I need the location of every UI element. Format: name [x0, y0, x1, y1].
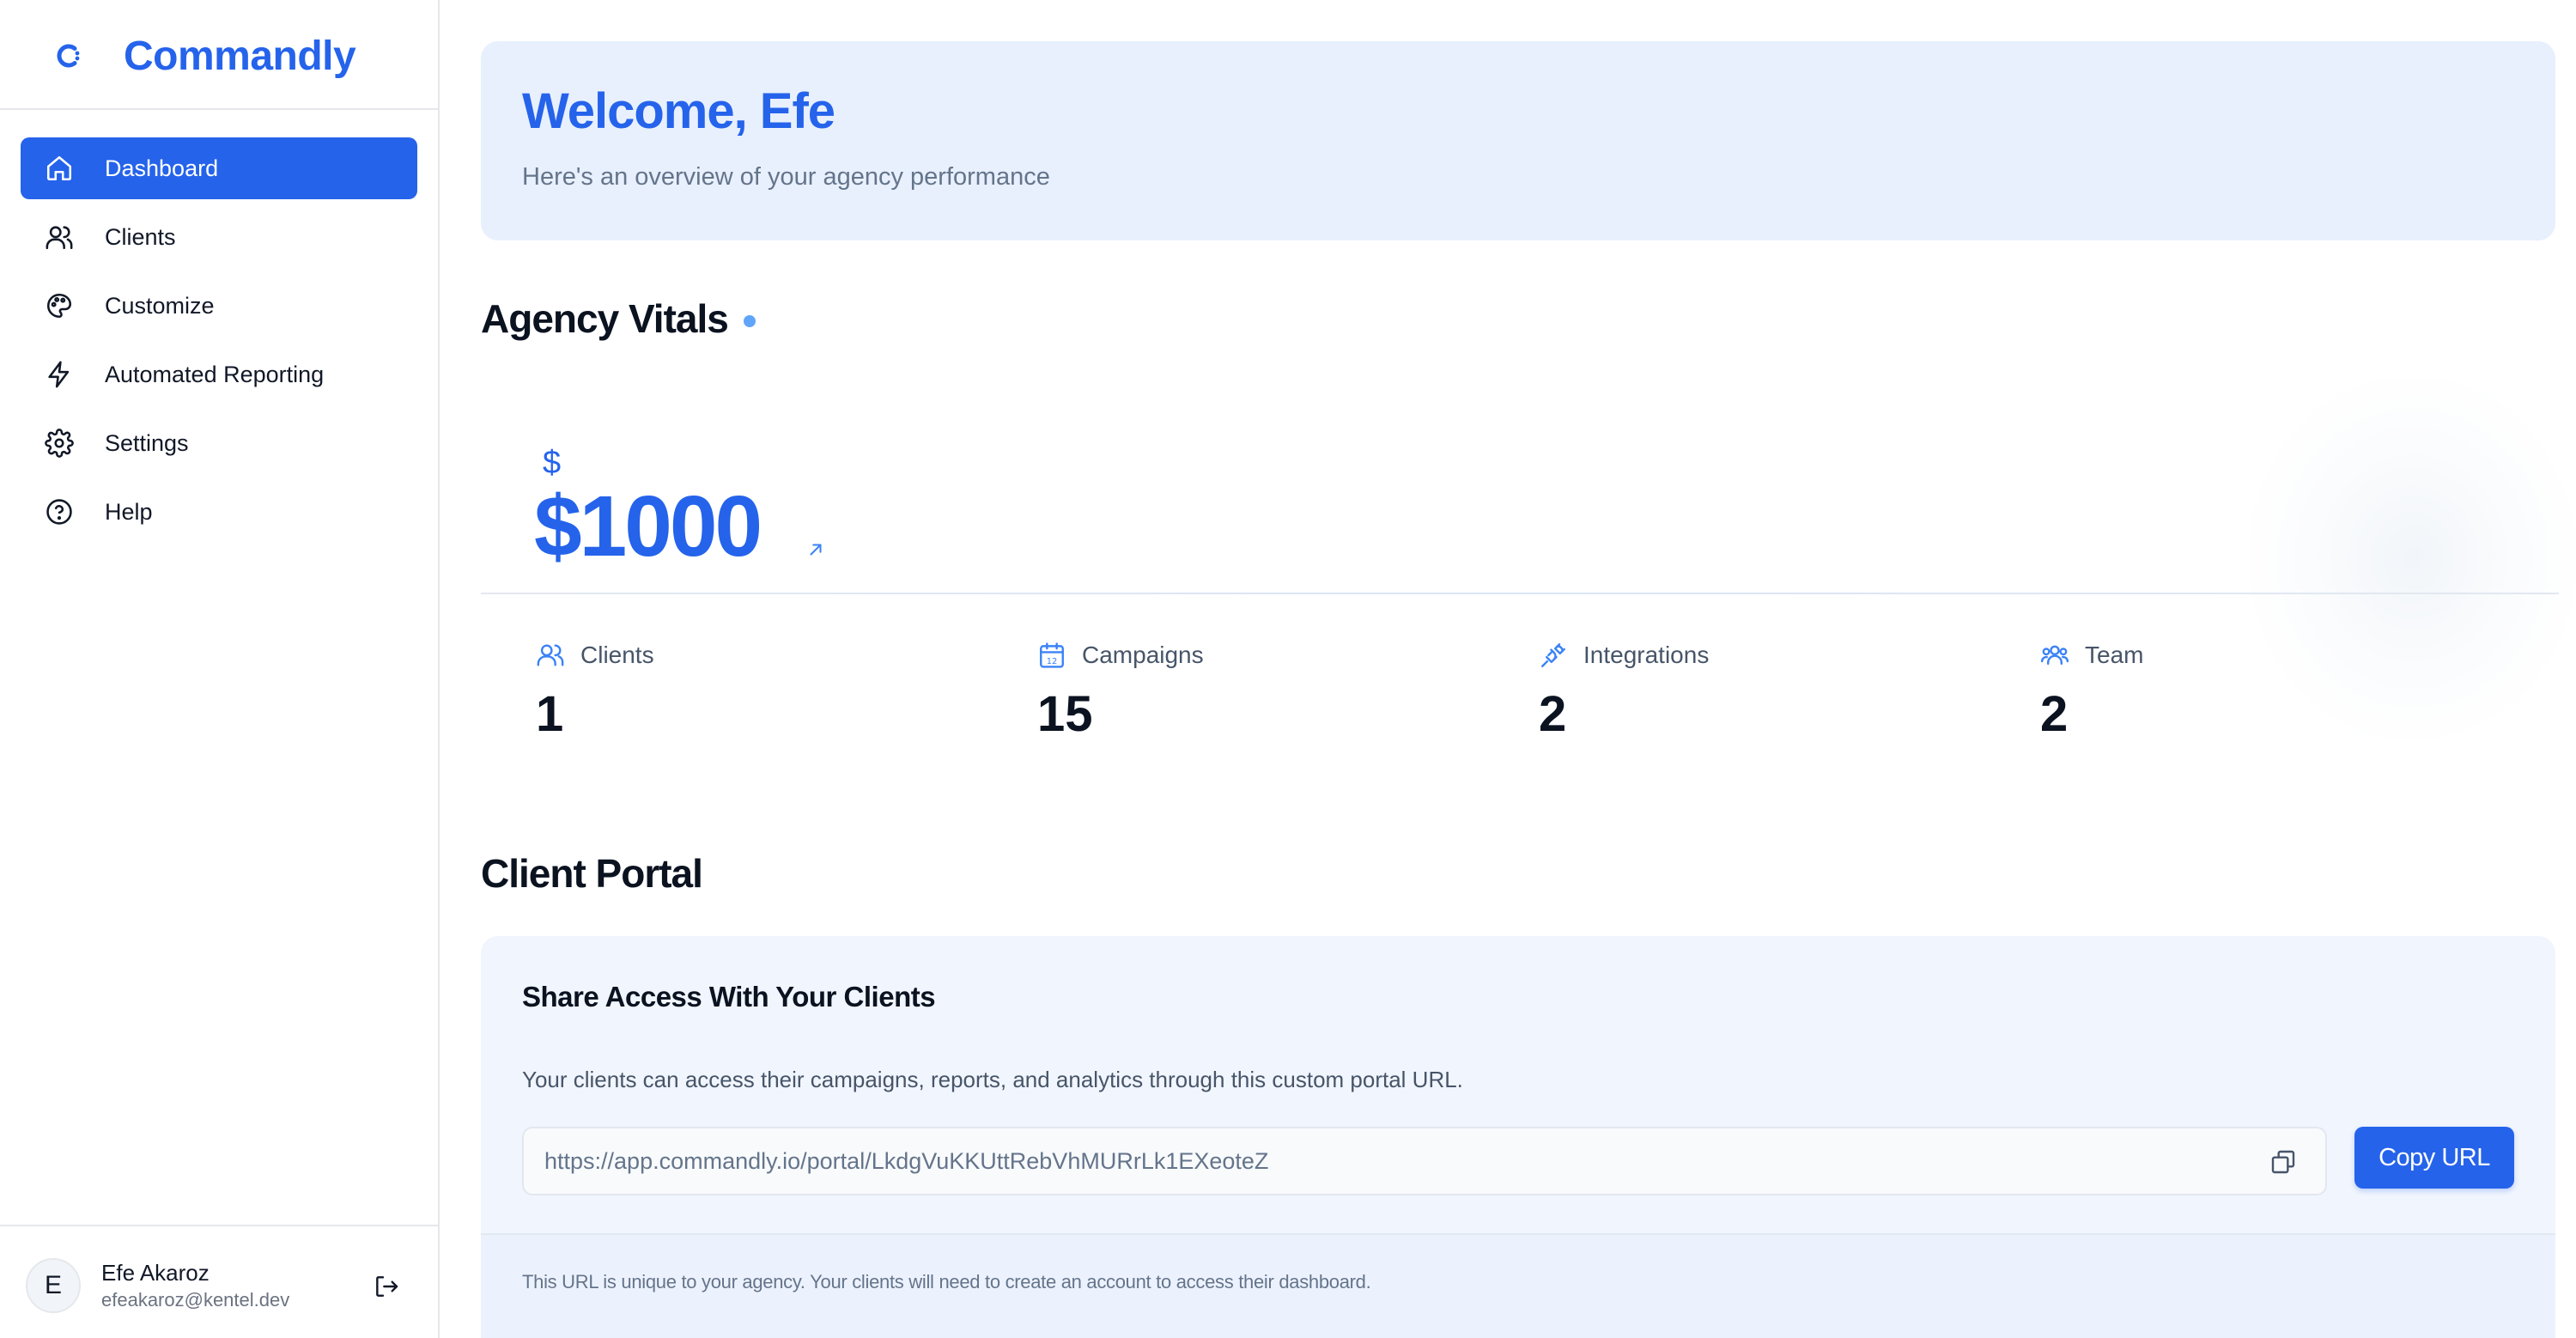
arrow-up-right-icon [805, 539, 826, 560]
stat-label: Team [2085, 642, 2144, 668]
stat-header: Integrations [1537, 637, 1984, 673]
users-icon [534, 639, 567, 672]
stat-header: 12 Campaigns [1036, 637, 1482, 673]
sidebar-item-label: Clients [105, 223, 176, 250]
sidebar-item-clients[interactable]: Clients [21, 206, 417, 268]
client-portal-card: Share Access With Your Clients Your clie… [481, 936, 2555, 1338]
agency-vitals-heading: Agency Vitals [481, 295, 756, 342]
stat-value: 15 [1037, 686, 1093, 742]
user-name: Efe Akaroz [101, 1260, 210, 1286]
sidebar-item-label: Dashboard [105, 155, 219, 181]
portal-note: This URL is unique to your agency. Your … [522, 1271, 1371, 1292]
sidebar-item-dashboard[interactable]: Dashboard [21, 137, 417, 199]
avatar[interactable]: E [26, 1258, 81, 1313]
stat-team: Team 2 [2038, 637, 2485, 743]
stat-header: Clients [534, 637, 981, 673]
welcome-title: Welcome, Efe [522, 83, 835, 139]
gear-icon [43, 427, 76, 459]
portal-footer: This URL is unique to your agency. Your … [481, 1235, 2555, 1338]
logout-icon[interactable] [369, 1269, 404, 1304]
home-icon [43, 152, 76, 185]
copy-icon[interactable] [2267, 1146, 2300, 1178]
stat-header: Team [2038, 637, 2485, 673]
user-email: efeakaroz@kentel.dev [101, 1289, 290, 1311]
section-title: Agency Vitals [481, 296, 729, 341]
portal-url-input[interactable] [544, 1147, 2227, 1175]
stat-label: Campaigns [1082, 642, 1204, 668]
sidebar-item-label: Customize [105, 292, 215, 319]
sidebar-footer-divider [0, 1225, 438, 1226]
stat-clients: Clients 1 [534, 637, 981, 743]
revenue-value: $1000 [534, 478, 762, 575]
brand[interactable]: Commandly [50, 26, 356, 86]
sidebar-item-label: Automated Reporting [105, 361, 325, 387]
palette-icon [43, 289, 76, 322]
svg-text:12: 12 [1047, 657, 1058, 666]
portal-card-title: Share Access With Your Clients [522, 981, 936, 1013]
sidebar-item-settings[interactable]: Settings [21, 412, 417, 474]
sidebar: Commandly Dashboard Clients Customize Au… [0, 0, 440, 1338]
calendar-icon: 12 [1036, 639, 1068, 672]
welcome-banner: Welcome, Efe Here's an overview of your … [481, 41, 2555, 240]
help-circle-icon [43, 496, 76, 528]
team-icon [2038, 639, 2071, 672]
sidebar-item-label: Settings [105, 429, 189, 456]
sidebar-divider [0, 108, 438, 110]
stat-value: 2 [2040, 686, 2069, 742]
sidebar-item-automated-reporting[interactable]: Automated Reporting [21, 344, 417, 405]
commandly-logo-icon [50, 37, 88, 75]
stat-value: 1 [536, 686, 564, 742]
plug-icon [1537, 639, 1570, 672]
stat-integrations: Integrations 2 [1537, 637, 1984, 743]
portal-description: Your clients can access their campaigns,… [522, 1067, 1463, 1092]
stat-label: Integrations [1583, 642, 1710, 668]
stat-value: 2 [1539, 686, 1567, 742]
sidebar-item-label: Help [105, 498, 153, 525]
sidebar-nav: Dashboard Clients Customize Automated Re… [21, 137, 417, 550]
lightning-icon [43, 358, 76, 391]
user-info: Efe Akaroz efeakaroz@kentel.dev [101, 1258, 289, 1313]
status-dot [743, 315, 756, 327]
currency-symbol: $ [543, 445, 562, 481]
brand-name: Commandly [124, 33, 356, 79]
sidebar-item-help[interactable]: Help [21, 481, 417, 543]
stat-campaigns: 12 Campaigns 15 [1036, 637, 1482, 743]
copy-url-button[interactable]: Copy URL [2354, 1127, 2514, 1189]
sidebar-item-customize[interactable]: Customize [21, 275, 417, 337]
welcome-subtitle: Here's an overview of your agency perfor… [522, 163, 1050, 191]
vitals-divider [481, 593, 2559, 594]
portal-url-field[interactable] [522, 1127, 2327, 1195]
users-icon [43, 221, 76, 253]
user-profile: E Efe Akaroz efeakaroz@kentel.dev [26, 1256, 404, 1316]
client-portal-heading: Client Portal [481, 851, 703, 896]
stat-label: Clients [580, 642, 654, 668]
